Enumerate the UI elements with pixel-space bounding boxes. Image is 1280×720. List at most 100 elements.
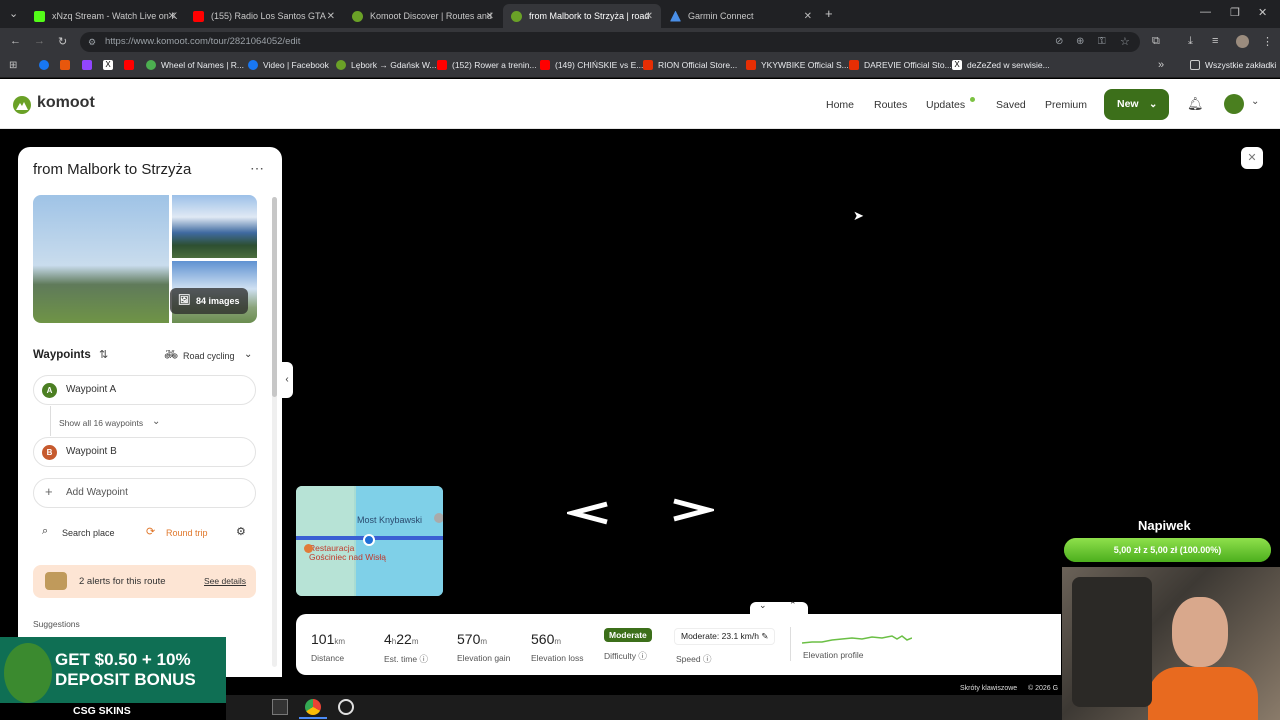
collapse-panel-button[interactable]: ‹	[281, 362, 293, 398]
add-waypoint-field[interactable]: + Add Waypoint	[33, 478, 256, 508]
forward-icon[interactable]: →	[34, 35, 45, 47]
all-bookmarks[interactable]: Wszystkie zakładki	[1190, 60, 1276, 70]
nav-saved[interactable]: Saved	[996, 99, 1026, 111]
url-field[interactable]: ⚙ https://www.komoot.com/tour/2821064052…	[80, 32, 1140, 52]
komoot-logo-icon[interactable]	[13, 96, 31, 114]
obs-icon[interactable]	[338, 699, 354, 715]
tab-komoot-discover[interactable]: Komoot Discover | Routes and ✕	[344, 4, 502, 28]
downloads-icon[interactable]: ⤓	[1188, 35, 1193, 48]
zoom-icon[interactable]: ⊕	[1076, 32, 1084, 52]
bookmark-ykywbike[interactable]: YKYWBIKE Official S...	[746, 60, 849, 70]
close-window-icon[interactable]: ✕	[1258, 6, 1267, 19]
terminal-icon[interactable]	[272, 699, 288, 715]
map-label-restaurant-name: Gościniec nad Wisłą	[309, 552, 387, 562]
map-label-bridge: Most Knybawski	[357, 515, 423, 525]
apps-grid-icon[interactable]: ⊞	[9, 60, 17, 71]
bookmark-x[interactable]: X	[103, 60, 118, 70]
pencil-icon[interactable]: ✎	[761, 631, 768, 641]
panel-scrollbar[interactable]	[272, 197, 277, 667]
restaurant-pin-icon	[304, 544, 313, 553]
stat-speed[interactable]: Moderate: 23.1 km/h ✎ Speed ⓘ	[674, 628, 776, 665]
ad-banner[interactable]: GET $0.50 + 10% DEPOSIT BONUS CSG SKINS	[0, 637, 226, 720]
sport-select[interactable]: Road cycling	[183, 351, 235, 361]
photo-2[interactable]	[172, 195, 257, 258]
close-icon[interactable]: ✕	[168, 11, 176, 22]
minimize-icon[interactable]: —	[1200, 6, 1211, 18]
tab-kick[interactable]: xNzq Stream - Watch Live on K ✕	[26, 4, 184, 28]
bookmark-rion[interactable]: RION Official Store...	[643, 60, 737, 70]
back-icon[interactable]: ←	[10, 35, 21, 47]
chrome-icon[interactable]	[305, 699, 321, 715]
tour-panel: from Malbork to Strzyża ⋯ 🖼︎ 84 images W…	[18, 147, 282, 677]
bookmark-video-facebook[interactable]: Video | Facebook	[248, 60, 329, 70]
image-icon: 🖼︎	[178, 295, 191, 306]
elevation-profile-chart[interactable]	[802, 630, 912, 646]
see-details-link[interactable]: See details	[204, 576, 246, 586]
extensions-icon[interactable]: ⧉	[1152, 35, 1160, 48]
bookmark-facebook[interactable]	[39, 60, 54, 70]
info-icon[interactable]: ⓘ	[638, 651, 647, 661]
nav-updates[interactable]: Updates	[926, 99, 965, 111]
bookmark-red[interactable]	[124, 60, 139, 70]
more-bookmarks-icon[interactable]: »	[1158, 59, 1164, 71]
waypoint-a-field[interactable]: A Waypoint A	[33, 375, 256, 405]
site-info-icon[interactable]: ⚙	[88, 32, 96, 52]
brand-name[interactable]: komoot	[37, 94, 95, 112]
bookmark-rower[interactable]: (152) Rower a trenin...	[437, 60, 537, 70]
bookmark-lebork[interactable]: Lębork → Gdańsk W...	[336, 60, 437, 70]
tracking-icon[interactable]: ⊘	[1055, 32, 1063, 52]
waypoint-b-field[interactable]: B Waypoint B	[33, 437, 256, 467]
tab-garmin[interactable]: Garmin Connect ✕	[662, 4, 820, 28]
keyboard-shortcuts-link[interactable]: Skróty klawiszowe	[960, 685, 1017, 692]
close-viewer-button[interactable]: ✕	[1241, 147, 1263, 169]
close-icon[interactable]: ✕	[645, 11, 653, 22]
info-icon[interactable]: ⓘ	[419, 654, 428, 664]
round-trip-button[interactable]: Round trip	[166, 528, 208, 538]
reload-icon[interactable]: ↻	[58, 35, 67, 48]
close-icon[interactable]: ✕	[327, 11, 335, 22]
info-icon[interactable]: ⓘ	[703, 654, 712, 664]
bell-icon[interactable]: 🔔︎	[1187, 96, 1204, 112]
menu-icon[interactable]: ⋮	[1262, 35, 1273, 48]
settings-sliders-icon[interactable]: ⚙︎	[236, 525, 246, 538]
bookmark-chinskie[interactable]: (149) CHIŃSKIE vs E...	[540, 60, 643, 70]
close-icon[interactable]: ✕	[804, 11, 812, 22]
bookmark-2[interactable]	[60, 60, 75, 70]
tab-search-list-icon[interactable]: ≡	[1212, 35, 1218, 47]
bookmark-twitch[interactable]	[82, 60, 97, 70]
bookmark-star-icon[interactable]: ☆	[1120, 32, 1130, 52]
password-key-icon[interactable]: ⚿	[1098, 32, 1106, 52]
chevron-down-icon[interactable]: ⌄	[244, 349, 252, 360]
chevron-down-icon[interactable]: ⌄	[759, 600, 767, 611]
tab-youtube[interactable]: (155) Radio Los Santos GTA ✕	[185, 4, 343, 28]
speed-value: Moderate: 23.1 km/h	[681, 631, 759, 641]
maximize-icon[interactable]: ❐	[1230, 6, 1240, 19]
nav-home[interactable]: Home	[826, 99, 854, 111]
close-icon[interactable]: ✕	[486, 11, 494, 22]
sort-icon[interactable]: ⇅	[99, 348, 108, 361]
bookmark-darevie[interactable]: DAREVIE Official Sto...	[849, 60, 952, 70]
bookmark-dezezed[interactable]: XdeZeZed w serwisie...	[952, 60, 1050, 70]
alerts-banner[interactable]: 2 alerts for this route See details	[33, 565, 256, 598]
previous-arrow-icon[interactable]	[567, 500, 609, 526]
images-count-badge[interactable]: 🖼︎ 84 images	[170, 288, 248, 314]
next-arrow-icon[interactable]	[672, 497, 714, 523]
profile-avatar[interactable]	[1236, 35, 1249, 48]
tab-search-icon[interactable]: ⌄	[9, 7, 18, 20]
komoot-icon	[352, 10, 363, 22]
chevron-down-icon[interactable]: ⌄	[1251, 96, 1259, 107]
user-avatar[interactable]	[1224, 94, 1244, 114]
nav-routes[interactable]: Routes	[874, 99, 907, 111]
nav-premium[interactable]: Premium	[1045, 99, 1087, 111]
mini-map[interactable]: Most Knybawski Restauracja Gościniec nad…	[296, 486, 443, 596]
new-button[interactable]: New ⌄	[1104, 89, 1169, 120]
tab-komoot-tour[interactable]: from Malbork to Strzyża | road ✕	[503, 4, 661, 28]
new-tab-icon[interactable]: +	[825, 6, 833, 21]
search-place-button[interactable]: Search place	[62, 528, 115, 538]
more-options-icon[interactable]: ⋯	[250, 160, 264, 177]
show-all-waypoints[interactable]: Show all 16 waypoints	[59, 418, 143, 428]
chevron-up-icon[interactable]: ⌃	[789, 600, 797, 611]
bookmark-wheel-of-names[interactable]: Wheel of Names | R...	[146, 60, 244, 70]
double-chevron-down-icon[interactable]: ⌄	[152, 416, 160, 427]
photo-main[interactable]	[33, 195, 169, 323]
